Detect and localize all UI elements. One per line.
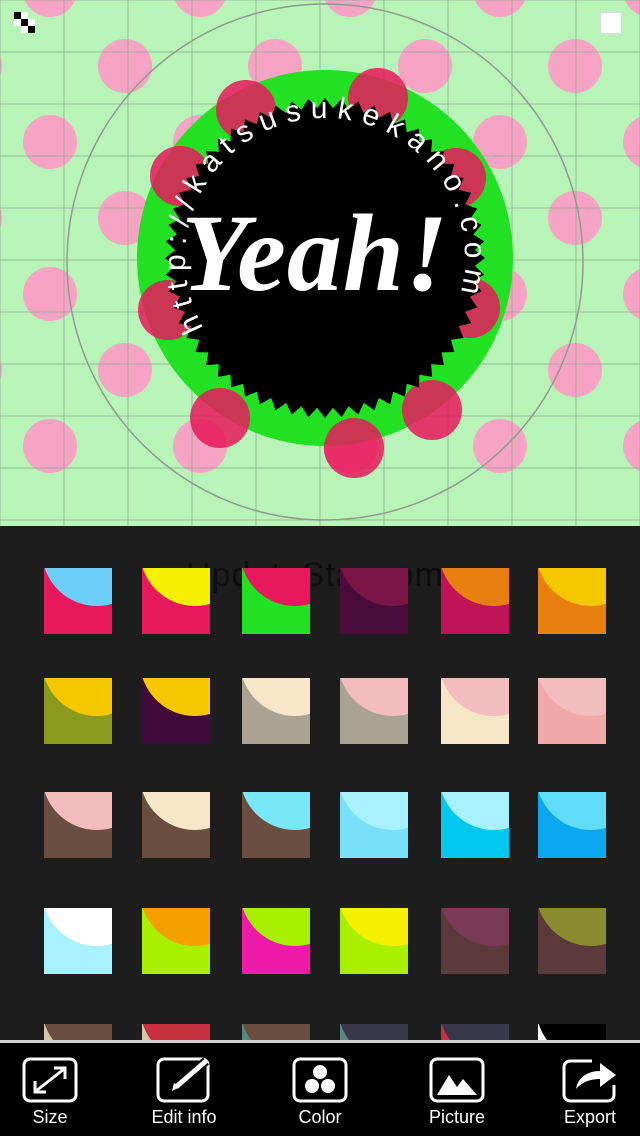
swatch-accent	[441, 908, 509, 946]
color-swatch[interactable]	[142, 678, 210, 744]
color-swatch[interactable]	[242, 1024, 310, 1040]
swatch-accent	[44, 1024, 112, 1040]
swatch-accent	[340, 908, 408, 946]
swatch-accent	[538, 792, 606, 830]
edit-info-button[interactable]: Edit info	[134, 1057, 234, 1136]
edit-info-label: Edit info	[151, 1107, 217, 1127]
color-swatch[interactable]	[142, 1024, 210, 1040]
color-swatch[interactable]	[538, 792, 606, 858]
swatch-accent	[242, 678, 310, 716]
color-swatch[interactable]	[340, 1024, 408, 1040]
swatch-accent	[142, 678, 210, 716]
swatch-accent	[142, 568, 210, 606]
polka-dot	[548, 343, 602, 397]
badge-title[interactable]: Yeah!	[140, 198, 490, 308]
preview-canvas[interactable]: http://katsusukekano.com Yeah!	[0, 0, 640, 526]
picture-label: Picture	[428, 1107, 486, 1127]
ring-dot	[324, 418, 384, 478]
color-swatch[interactable]	[242, 678, 310, 744]
color-swatch[interactable]	[44, 678, 112, 744]
size-button[interactable]: Size	[0, 1057, 100, 1136]
swatch-accent	[142, 792, 210, 830]
swatch-accent	[441, 792, 509, 830]
export-icon	[562, 1059, 616, 1103]
swatch-accent	[538, 568, 606, 606]
swatch-accent	[538, 678, 606, 716]
color-swatch[interactable]	[44, 908, 112, 974]
swatch-accent	[44, 908, 112, 946]
swatch-accent	[142, 908, 210, 946]
color-swatch[interactable]	[44, 568, 112, 634]
swatch-accent	[340, 1024, 408, 1040]
swatch-accent	[441, 1024, 509, 1040]
color-swatch[interactable]	[538, 568, 606, 634]
color-swatch[interactable]	[441, 1024, 509, 1040]
swatch-accent	[538, 1024, 606, 1040]
picture-button[interactable]: Picture	[407, 1057, 507, 1136]
export-label: Export	[563, 1107, 617, 1127]
polka-dot	[23, 419, 77, 473]
color-swatch[interactable]	[44, 792, 112, 858]
color-palette: UpdateStar.com	[0, 526, 640, 1040]
swatch-accent	[44, 678, 112, 716]
swatch-accent	[441, 568, 509, 606]
color-swatch[interactable]	[340, 792, 408, 858]
color-swatch[interactable]	[242, 568, 310, 634]
swatch-accent	[538, 908, 606, 946]
polka-dot	[398, 39, 452, 93]
checker-corner-icon[interactable]	[14, 12, 36, 34]
color-swatch[interactable]	[538, 908, 606, 974]
swatch-accent	[242, 908, 310, 946]
bottom-toolbar: Size Edit info Color Picture Export	[0, 1040, 640, 1136]
swatch-accent	[441, 678, 509, 716]
color-swatch[interactable]	[441, 678, 509, 744]
swatch-accent	[340, 678, 408, 716]
swatch-accent	[340, 792, 408, 830]
color-swatch[interactable]	[242, 792, 310, 858]
swatch-accent	[44, 568, 112, 606]
polka-dot	[98, 343, 152, 397]
color-swatch[interactable]	[142, 908, 210, 974]
swatch-accent	[242, 792, 310, 830]
color-swatch[interactable]	[538, 678, 606, 744]
color-swatch[interactable]	[142, 792, 210, 858]
color-swatch[interactable]	[441, 908, 509, 974]
polka-dot	[548, 39, 602, 93]
color-swatch[interactable]	[441, 792, 509, 858]
export-button[interactable]: Export	[540, 1057, 640, 1136]
polka-dot	[473, 419, 527, 473]
color-icon	[292, 1057, 348, 1103]
polka-dot	[23, 115, 77, 169]
white-corner-icon[interactable]	[600, 12, 622, 34]
ring-dot	[402, 380, 462, 440]
color-swatch[interactable]	[142, 568, 210, 634]
polka-dot	[98, 39, 152, 93]
edit-icon	[156, 1057, 210, 1103]
swatch-accent	[142, 1024, 210, 1040]
swatch-accent	[242, 568, 310, 606]
color-label: Color	[298, 1107, 342, 1127]
app-root: http://katsusukekano.com Yeah! UpdateSta…	[0, 0, 640, 1136]
color-swatch[interactable]	[242, 908, 310, 974]
resize-icon	[22, 1057, 78, 1103]
color-swatch[interactable]	[441, 568, 509, 634]
color-swatch[interactable]	[538, 1024, 606, 1040]
swatch-accent	[340, 568, 408, 606]
ring-dot	[190, 388, 250, 448]
color-swatch[interactable]	[340, 678, 408, 744]
picture-icon	[429, 1057, 485, 1103]
swatch-accent	[242, 1024, 310, 1040]
color-swatch[interactable]	[340, 568, 408, 634]
swatch-accent	[44, 792, 112, 830]
color-swatch[interactable]	[340, 908, 408, 974]
size-label: Size	[32, 1107, 68, 1127]
color-button[interactable]: Color	[270, 1057, 370, 1136]
color-swatch[interactable]	[44, 1024, 112, 1040]
